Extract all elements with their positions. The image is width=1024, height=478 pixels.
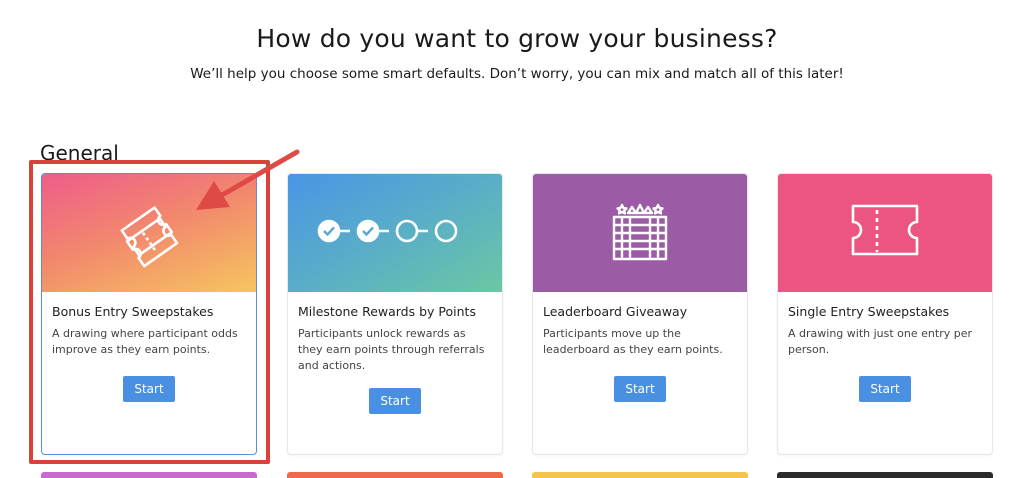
arrow-annotation [196,149,300,210]
